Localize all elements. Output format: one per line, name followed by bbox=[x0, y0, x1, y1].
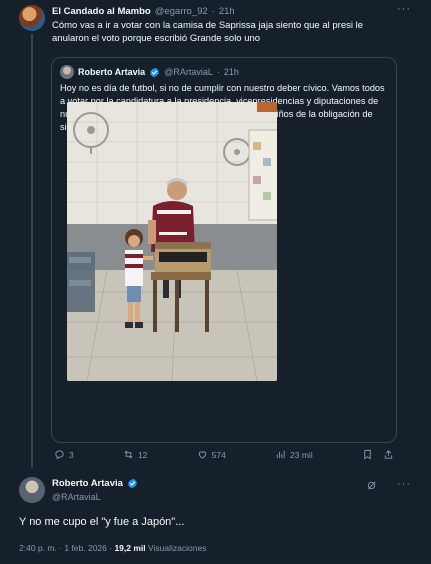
more-options-button[interactable]: ··· bbox=[397, 3, 411, 15]
retweet-count: 12 bbox=[137, 449, 148, 460]
separator-dot: · bbox=[211, 6, 215, 17]
more-options-button[interactable]: ··· bbox=[397, 478, 411, 490]
reply-tweet[interactable]: El Candado al Mambo @egarro_92 · 21h ···… bbox=[0, 0, 431, 468]
tweet-timestamp[interactable]: 2:40 p. m. · 1 feb. 2026 · bbox=[19, 543, 114, 553]
main-tweet-text: Y no me cupo el "y fue a Japón"... bbox=[19, 516, 185, 528]
author-name[interactable]: El Candado al Mambo bbox=[52, 6, 151, 17]
like-button[interactable]: 574 bbox=[197, 449, 226, 460]
quoted-timestamp: 21h bbox=[223, 67, 239, 77]
like-count: 574 bbox=[211, 449, 226, 460]
quoted-tweet-header: Roberto Artavia @RArtaviaL · 21h bbox=[60, 65, 239, 79]
tweet-metadata: 2:40 p. m. · 1 feb. 2026 · 19,2 mil Visu… bbox=[19, 543, 206, 553]
quoted-author-handle: @RArtaviaL bbox=[164, 67, 213, 77]
secondary-actions bbox=[362, 449, 394, 460]
avatar[interactable] bbox=[19, 5, 45, 31]
reply-action-bar: 3 12 574 23 mil bbox=[54, 449, 394, 460]
views-button[interactable]: 23 mil bbox=[275, 449, 313, 460]
tweet-photo[interactable] bbox=[67, 102, 277, 381]
verified-badge-icon bbox=[128, 478, 137, 489]
comment-icon bbox=[55, 450, 64, 460]
thread-connector-line bbox=[31, 34, 33, 468]
timestamp[interactable]: 21h bbox=[219, 6, 235, 17]
reply-header: El Candado al Mambo @egarro_92 · 21h bbox=[52, 6, 235, 17]
retweet-icon bbox=[124, 450, 133, 459]
views-label: Visualizaciones bbox=[145, 543, 207, 553]
reply-count: 3 bbox=[69, 449, 74, 460]
analytics-icon bbox=[276, 450, 285, 459]
tweet-text: Cómo vas a ir a votar con la camisa de S… bbox=[52, 20, 364, 44]
share-icon[interactable] bbox=[383, 449, 394, 460]
views-count: 23 mil bbox=[290, 449, 313, 460]
separator-dot: · bbox=[216, 67, 220, 77]
main-author-header: Roberto Artavia bbox=[52, 478, 138, 489]
avatar bbox=[60, 65, 74, 79]
reply-button[interactable]: 3 bbox=[54, 449, 74, 460]
views-total: 19,2 mil bbox=[114, 543, 146, 553]
retweet-button[interactable]: 12 bbox=[123, 449, 147, 460]
heart-icon bbox=[198, 451, 206, 459]
main-author-name[interactable]: Roberto Artavia bbox=[52, 478, 123, 489]
author-handle[interactable]: @egarro_92 bbox=[155, 6, 208, 17]
quoted-author-name: Roberto Artavia bbox=[78, 67, 146, 77]
tweet-thread: El Candado al Mambo @egarro_92 · 21h ···… bbox=[0, 0, 431, 564]
avatar[interactable] bbox=[19, 477, 45, 503]
voting-scene-image bbox=[67, 102, 277, 381]
bookmark-icon[interactable] bbox=[362, 449, 373, 460]
verified-badge-icon bbox=[150, 67, 160, 77]
main-author-handle[interactable]: @RArtaviaL bbox=[52, 492, 101, 502]
grok-icon[interactable] bbox=[366, 480, 377, 491]
